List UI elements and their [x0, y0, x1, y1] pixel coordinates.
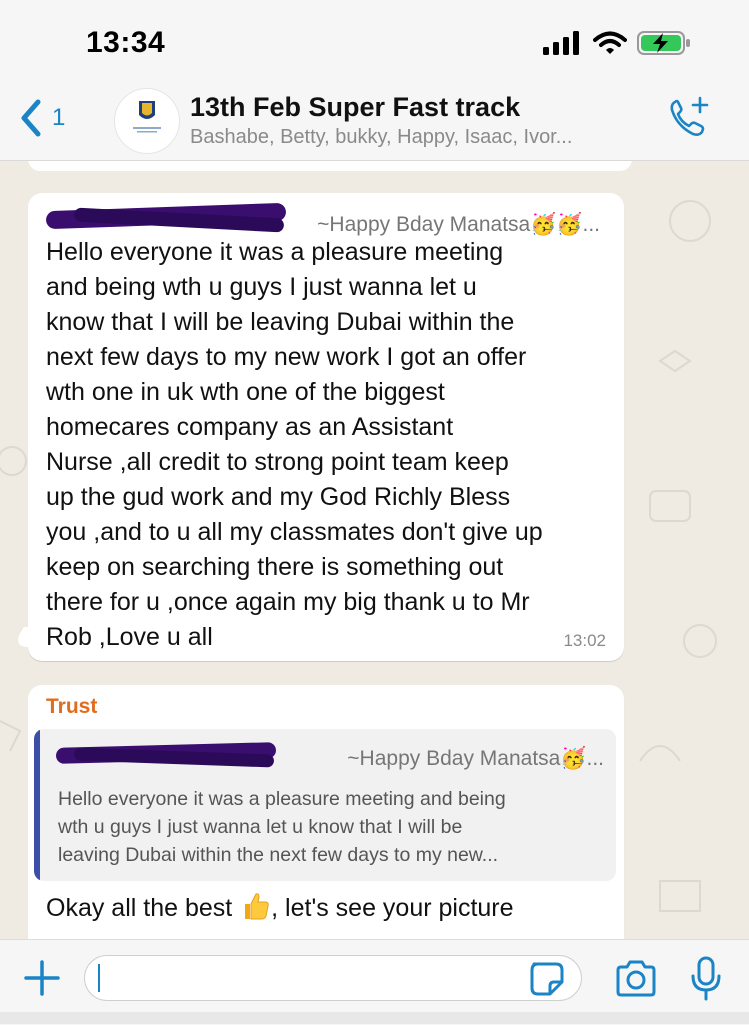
signal-icon [543, 31, 579, 55]
camera-button[interactable] [614, 960, 658, 1003]
group-avatar[interactable] [114, 88, 180, 154]
message-text: Okay all the best , let's see your pictu… [46, 890, 514, 923]
message-timestamp: 13:02 [563, 631, 606, 650]
quoted-message[interactable]: ~Happy Bday Manatsa🥳... Hello everyone i… [34, 729, 616, 881]
text-cursor [98, 964, 100, 992]
participants-list[interactable]: Bashabe, Betty, bukky, Happy, Isaac, Ivo… [190, 126, 572, 149]
status-icons [543, 30, 691, 56]
back-button[interactable]: 1 [18, 98, 65, 138]
chat-header: 1 13th Feb Super Fast track Bashabe, Bet… [0, 80, 749, 161]
microphone-icon [691, 956, 721, 1001]
crest-logo-icon [133, 101, 161, 133]
chat-messages-area[interactable]: ~Happy Bday Manatsa🥳🥳... Hello everyone … [0, 161, 749, 939]
message-bubble[interactable]: ~Happy Bday Manatsa🥳🥳... Hello everyone … [28, 193, 624, 661]
camera-icon [616, 960, 656, 997]
status-bar: 13:34 [0, 0, 749, 80]
thumbs-up-emoji-icon [245, 893, 269, 920]
quote-accent-bar [34, 729, 40, 881]
voice-message-button[interactable] [690, 956, 722, 1007]
unread-count: 1 [52, 104, 66, 131]
quoted-text: Hello everyone it was a pleasure meeting… [58, 788, 506, 866]
battery-charging-icon [637, 31, 690, 55]
reply-message-bubble[interactable]: Trust ~Happy Bday Manatsa🥳... Hello ever… [28, 685, 624, 939]
message-input[interactable] [84, 955, 582, 1001]
sender-row: ~Happy Bday Manatsa🥳🥳... [45, 202, 616, 236]
sticker-button[interactable] [528, 960, 566, 1003]
previous-message-edge [28, 161, 632, 171]
group-name[interactable]: 13th Feb Super Fast track [190, 92, 520, 123]
clock-time: 13:34 [86, 26, 166, 59]
sender-name[interactable]: ~Happy Bday Manatsa🥳🥳... [317, 213, 600, 237]
chevron-left-icon [21, 99, 41, 137]
quoted-sender-name: ~Happy Bday Manatsa🥳... [347, 747, 604, 770]
add-call-button[interactable] [667, 96, 711, 145]
message-author[interactable]: Trust [46, 695, 97, 719]
attach-button[interactable] [22, 958, 62, 1003]
reply-text-end: , let's see your picture [271, 894, 514, 922]
add-call-icon [670, 96, 709, 136]
plus-icon [24, 960, 60, 996]
sticker-icon [530, 962, 564, 996]
wifi-icon [593, 31, 627, 54]
home-indicator-area [0, 1012, 749, 1024]
message-text: Hello everyone it was a pleasure meeting… [46, 238, 543, 651]
reply-text-start: Okay all the best [46, 894, 240, 922]
